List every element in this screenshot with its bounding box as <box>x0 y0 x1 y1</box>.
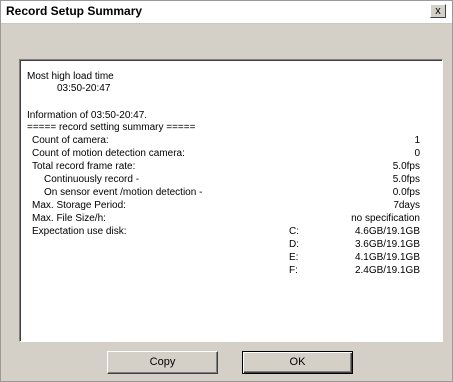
row-label-motion-camera-count: Count of motion detection camera: <box>32 148 185 159</box>
summary-panel: Most high load time 03:50-20:47 Informat… <box>19 59 443 342</box>
disk-usage-e: 4.1GB/19.1GB <box>354 252 420 263</box>
disk-drive-d: D: <box>289 239 299 250</box>
copy-button[interactable]: Copy <box>107 351 218 374</box>
dialog-title: Record Setup Summary <box>6 4 143 18</box>
disk-drive-f: F: <box>289 265 298 276</box>
row-value-motion-camera-count: 0 <box>414 148 420 159</box>
record-setup-summary-dialog: Record Setup Summary x Most high load ti… <box>0 0 453 382</box>
disk-usage-f: 2.4GB/19.1GB <box>354 265 420 276</box>
disk-drive-c: C: <box>289 226 299 237</box>
row-value-file-size: no specification <box>351 213 420 224</box>
row-label-total-frame-rate: Total record frame rate: <box>32 161 136 172</box>
close-icon: x <box>435 5 441 17</box>
load-time: 03:50-20:47 <box>57 83 111 94</box>
section-header: ===== record setting summary ===== <box>27 122 196 133</box>
disk-usage-d: 3.6GB/19.1GB <box>354 239 420 250</box>
disk-drive-e: E: <box>289 252 299 263</box>
row-label-storage-period: Max. Storage Period: <box>32 200 126 211</box>
close-button[interactable]: x <box>430 4 446 18</box>
row-label-continuous-record: Continuously record - <box>44 174 140 185</box>
row-value-continuous-record: 5.0fps <box>392 174 420 185</box>
ok-button[interactable]: OK <box>242 351 353 374</box>
row-label-disk-usage: Expectation use disk: <box>32 226 127 237</box>
row-value-camera-count: 1 <box>414 135 420 146</box>
row-value-total-frame-rate: 5.0fps <box>392 161 420 172</box>
row-label-sensor-event: On sensor event /motion detection - <box>44 187 203 198</box>
row-value-sensor-event: 0.0fps <box>392 187 420 198</box>
row-label-file-size: Max. File Size/h: <box>32 213 106 224</box>
disk-usage-c: 4.6GB/19.1GB <box>354 226 420 237</box>
row-label-camera-count: Count of camera: <box>32 135 109 146</box>
row-value-storage-period: 7days <box>393 200 420 211</box>
title-bar: Record Setup Summary x <box>1 1 452 24</box>
